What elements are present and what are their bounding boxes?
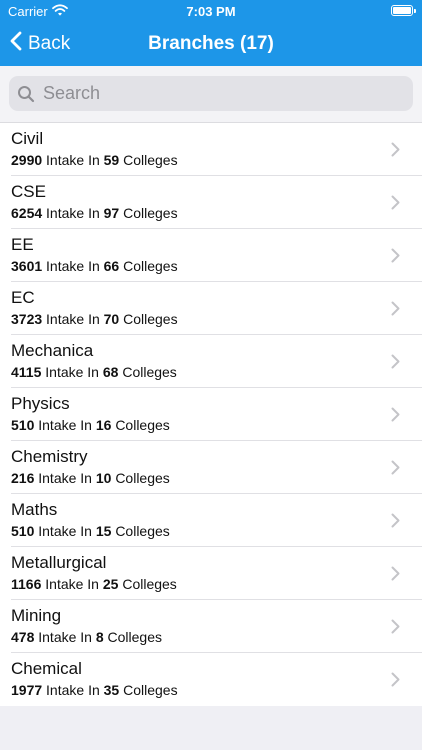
intake-count: 3601 [11,258,43,274]
intake-count: 4115 [11,364,42,380]
college-count: 25 [102,576,119,592]
colleges-label: Colleges [122,576,177,592]
branch-name: Mining [11,606,62,625]
search-field[interactable] [9,76,413,111]
intake-label: Intake In [46,258,100,274]
intake-count: 3723 [11,311,43,327]
list-item[interactable]: Maths 510 Intake In 15 Colleges [0,494,422,547]
college-count: 35 [103,682,120,698]
chevron-right-icon [391,354,400,374]
search-input[interactable] [41,82,385,105]
college-count: 16 [95,417,112,433]
status-bar: Carrier 7:03 PM [0,0,422,22]
branch-name: EE [11,235,34,254]
list-item[interactable]: EE 3601 Intake In 66 Colleges [0,229,422,282]
branch-name: Civil [11,129,44,148]
branch-name: Metallurgical [11,553,107,572]
chevron-right-icon [391,460,400,480]
college-count: 66 [103,258,120,274]
branch-details: 4115 Intake In 68 Colleges [11,364,177,380]
colleges-label: Colleges [115,470,170,486]
chevron-right-icon [391,513,400,533]
branch-details: 6254 Intake In 97 Colleges [11,205,178,221]
branch-name: EC [11,288,35,307]
colleges-label: Colleges [122,364,177,380]
intake-label: Intake In [46,152,100,168]
college-count: 59 [103,152,120,168]
colleges-label: Colleges [107,629,163,645]
chevron-right-icon [391,142,400,162]
intake-count: 216 [11,470,35,486]
branch-details: 1977 Intake In 35 Colleges [11,682,178,698]
college-count: 10 [95,470,112,486]
intake-label: Intake In [45,364,99,380]
colleges-label: Colleges [123,682,178,698]
college-count: 68 [102,364,119,380]
chevron-right-icon [391,566,400,586]
intake-label: Intake In [46,311,100,327]
branch-details: 216 Intake In 10 Colleges [11,470,170,486]
intake-count: 510 [11,523,35,539]
intake-count: 510 [11,417,35,433]
list-item[interactable]: EC 3723 Intake In 70 Colleges [0,282,422,335]
chevron-right-icon [391,619,400,639]
college-count: 97 [103,205,120,221]
branch-name: Physics [11,394,70,413]
branch-details: 478 Intake In 8 Colleges [11,629,162,645]
branch-details: 3601 Intake In 66 Colleges [11,258,178,274]
list-item[interactable]: Chemistry 216 Intake In 10 Colleges [0,441,422,494]
intake-count: 1977 [11,682,43,698]
branch-details: 510 Intake In 15 Colleges [11,523,170,539]
branch-details: 3723 Intake In 70 Colleges [11,311,178,327]
intake-label: Intake In [38,523,92,539]
intake-count: 6254 [11,205,43,221]
intake-label: Intake In [46,682,100,698]
list-item[interactable]: Mechanica 4115 Intake In 68 Colleges [0,335,422,388]
colleges-label: Colleges [123,205,178,221]
branch-name: Mechanica [11,341,94,360]
college-count: 8 [95,629,104,645]
search-bar [0,66,422,123]
intake-label: Intake In [38,470,92,486]
search-icon [17,85,35,103]
branch-list: Civil 2990 Intake In 59 Colleges CSE 625… [0,123,422,706]
colleges-label: Colleges [115,417,170,433]
college-count: 15 [95,523,112,539]
branch-name: Maths [11,500,58,519]
branch-details: 1166 Intake In 25 Colleges [11,576,177,592]
branch-name: Chemical [11,659,82,678]
colleges-label: Colleges [123,311,178,327]
intake-label: Intake In [46,205,100,221]
list-item[interactable]: Metallurgical 1166 Intake In 25 Colleges [0,547,422,600]
intake-count: 2990 [11,152,43,168]
chevron-right-icon [391,195,400,215]
chevron-right-icon [391,407,400,427]
chevron-right-icon [391,672,400,692]
colleges-label: Colleges [123,152,178,168]
intake-count: 478 [11,629,35,645]
intake-label: Intake In [45,576,99,592]
list-item[interactable]: Physics 510 Intake In 16 Colleges [0,388,422,441]
battery-icon [391,5,416,16]
status-time: 7:03 PM [186,4,236,19]
list-item[interactable]: CSE 6254 Intake In 97 Colleges [0,176,422,229]
branch-name: CSE [11,182,46,201]
colleges-label: Colleges [123,258,178,274]
list-item[interactable]: Chemical 1977 Intake In 35 Colleges [0,653,422,706]
navigation-header: Carrier 7:03 PM Back Branches (17) [0,0,422,66]
branch-name: Chemistry [11,447,88,466]
colleges-label: Colleges [115,523,170,539]
intake-label: Intake In [38,629,92,645]
chevron-right-icon [391,248,400,268]
branch-details: 2990 Intake In 59 Colleges [11,152,178,168]
college-count: 70 [103,311,120,327]
list-item[interactable]: Mining 478 Intake In 8 Colleges [0,600,422,653]
branch-details: 510 Intake In 16 Colleges [11,417,170,433]
chevron-right-icon [391,301,400,321]
intake-count: 1166 [11,576,42,592]
list-item[interactable]: Civil 2990 Intake In 59 Colleges [0,123,422,176]
page-title: Branches (17) [148,33,274,54]
intake-label: Intake In [38,417,92,433]
